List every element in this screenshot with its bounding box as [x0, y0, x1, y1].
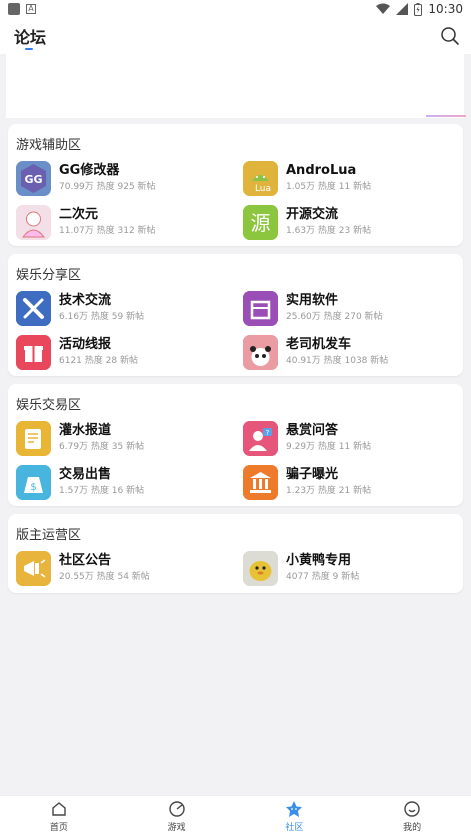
- forum-item-bounty[interactable]: ? 悬赏问答 9.29万 热度 11 新帖: [243, 419, 463, 457]
- section-card-game-assist: 游戏辅助区 GG GG修改器 70.99万 热度 925 新帖 Lua Andr…: [8, 124, 463, 246]
- forum-stats: 1.57万 热度 16 新帖: [59, 486, 145, 496]
- forum-item-open-source[interactable]: 源 开源交流 1.63万 热度 23 新帖: [243, 203, 463, 241]
- forum-name: 悬赏问答: [286, 423, 339, 438]
- question-icon: ?: [243, 420, 278, 456]
- forum-name: 灌水报道: [59, 423, 112, 438]
- nav-label: 首页: [49, 823, 68, 833]
- status-right: 10:30: [376, 2, 463, 16]
- tools-icon: [16, 290, 51, 326]
- app-header: 论坛: [0, 18, 471, 54]
- forum-item-water[interactable]: 灌水报道 6.79万 热度 35 新帖: [16, 419, 236, 457]
- forum-item-duck[interactable]: 小黄鸭专用 4077 热度 9 新帖: [243, 549, 463, 587]
- forum-stats: 40.91万 热度 1038 新帖: [286, 356, 389, 366]
- anime-icon: [16, 204, 51, 240]
- megaphone-icon: [16, 550, 51, 586]
- forum-item-anime[interactable]: 二次元 11.07万 热度 312 新帖: [16, 203, 236, 241]
- forum-stats: 70.99万 热度 925 新帖: [59, 182, 156, 192]
- forum-name: 交易出售: [59, 467, 112, 482]
- notification-icon: [8, 3, 20, 15]
- banner-indicator: [426, 115, 466, 117]
- svg-text:$: $: [30, 482, 36, 493]
- nav-label: 社区: [285, 823, 304, 833]
- section-title: 娱乐交易区: [16, 398, 82, 413]
- game-icon: [168, 801, 185, 817]
- section-card-entertainment-share: 娱乐分享区 技术交流 6.16万 热度 59 新帖 实用软件 25.60万 热度…: [8, 254, 463, 376]
- banner-area[interactable]: [6, 54, 466, 118]
- notes-icon: [16, 420, 51, 456]
- forum-stats: 6.79万 热度 35 新帖: [59, 442, 145, 452]
- status-time: 10:30: [428, 2, 463, 16]
- status-bar: A 10:30: [0, 0, 471, 18]
- signal-icon: [396, 3, 409, 15]
- forum-stats: 1.05万 热度 11 新帖: [286, 182, 372, 192]
- battery-icon: [414, 2, 423, 16]
- source-icon: 源: [243, 204, 278, 240]
- forum-item-androlua[interactable]: Lua AndroLua 1.05万 热度 11 新帖: [243, 159, 463, 197]
- forum-stats: 6121 热度 28 新帖: [59, 356, 138, 366]
- bank-icon: [243, 464, 278, 500]
- nav-label: 我的: [403, 823, 422, 833]
- svg-text:Lua: Lua: [255, 184, 271, 194]
- forum-item-scammer[interactable]: 骗子曝光 1.23万 热度 21 新帖: [243, 463, 463, 501]
- svg-text:?: ?: [266, 429, 270, 437]
- forum-item-old-driver[interactable]: 老司机发车 40.91万 热度 1038 新帖: [243, 333, 463, 371]
- forum-stats: 9.29万 热度 11 新帖: [286, 442, 372, 452]
- forum-stats: 20.55万 热度 54 新帖: [59, 572, 150, 582]
- forum-stats: 1.63万 热度 23 新帖: [286, 226, 372, 236]
- forum-name: 活动线报: [59, 337, 112, 352]
- wifi-icon: [376, 3, 391, 14]
- bottom-nav: 首页 游戏 社区 我的: [0, 795, 471, 837]
- forum-item-announcement[interactable]: 社区公告 20.55万 热度 54 新帖: [16, 549, 236, 587]
- panda-icon: [243, 334, 278, 370]
- section-card-trading: 娱乐交易区 灌水报道 6.79万 热度 35 新帖 ? 悬赏问答 9.29万 热…: [8, 384, 463, 506]
- forum-stats: 1.23万 热度 21 新帖: [286, 486, 372, 496]
- profile-icon: [404, 801, 420, 817]
- section-title: 娱乐分享区: [16, 268, 82, 283]
- forum-item-gg[interactable]: GG GG修改器 70.99万 热度 925 新帖: [16, 159, 236, 197]
- svg-text:源: 源: [251, 211, 271, 235]
- page-title: 论坛: [14, 28, 47, 47]
- forum-stats: 6.16万 热度 59 新帖: [59, 312, 145, 322]
- svg-text:GG: GG: [24, 173, 42, 186]
- money-bag-icon: $: [16, 464, 51, 500]
- nav-label: 游戏: [167, 823, 186, 833]
- nav-profile[interactable]: 我的: [353, 796, 471, 837]
- forum-item-events[interactable]: 活动线报 6121 热度 28 新帖: [16, 333, 236, 371]
- section-card-moderator: 版主运营区 社区公告 20.55万 热度 54 新帖 小黄鸭专用 4077 热度…: [8, 514, 463, 593]
- forum-item-sale[interactable]: $ 交易出售 1.57万 热度 16 新帖: [16, 463, 236, 501]
- a-icon: A: [26, 4, 36, 14]
- forum-stats: 4077 热度 9 新帖: [286, 572, 360, 582]
- nav-home[interactable]: 首页: [0, 796, 118, 837]
- forum-name: 骗子曝光: [286, 467, 339, 482]
- forum-item-tech[interactable]: 技术交流 6.16万 热度 59 新帖: [16, 289, 236, 327]
- gg-icon: GG: [16, 160, 51, 196]
- forum-name: 小黄鸭专用: [286, 553, 352, 568]
- forum-stats: 25.60万 热度 270 新帖: [286, 312, 383, 322]
- forum-stats: 11.07万 热度 312 新帖: [59, 226, 156, 236]
- title-indicator: [25, 48, 33, 50]
- community-icon: [286, 801, 303, 817]
- forum-name: 技术交流: [59, 293, 112, 308]
- nav-games[interactable]: 游戏: [118, 796, 236, 837]
- section-title: 游戏辅助区: [16, 138, 82, 153]
- nav-community[interactable]: 社区: [236, 796, 354, 837]
- forum-name: 社区公告: [59, 553, 112, 568]
- forum-name: 实用软件: [286, 293, 339, 308]
- search-icon[interactable]: [440, 26, 460, 46]
- gift-icon: [16, 334, 51, 370]
- home-icon: [52, 802, 66, 816]
- forum-name: 老司机发车: [286, 337, 352, 352]
- duck-icon: [243, 550, 278, 586]
- forum-name: GG修改器: [59, 163, 120, 178]
- forum-name: 二次元: [59, 207, 99, 222]
- status-left: A: [8, 3, 36, 15]
- box-icon: [243, 290, 278, 326]
- section-title: 版主运营区: [16, 528, 82, 543]
- forum-name: AndroLua: [286, 163, 357, 178]
- forum-name: 开源交流: [286, 207, 339, 222]
- lua-icon: Lua: [243, 160, 278, 196]
- forum-item-software[interactable]: 实用软件 25.60万 热度 270 新帖: [243, 289, 463, 327]
